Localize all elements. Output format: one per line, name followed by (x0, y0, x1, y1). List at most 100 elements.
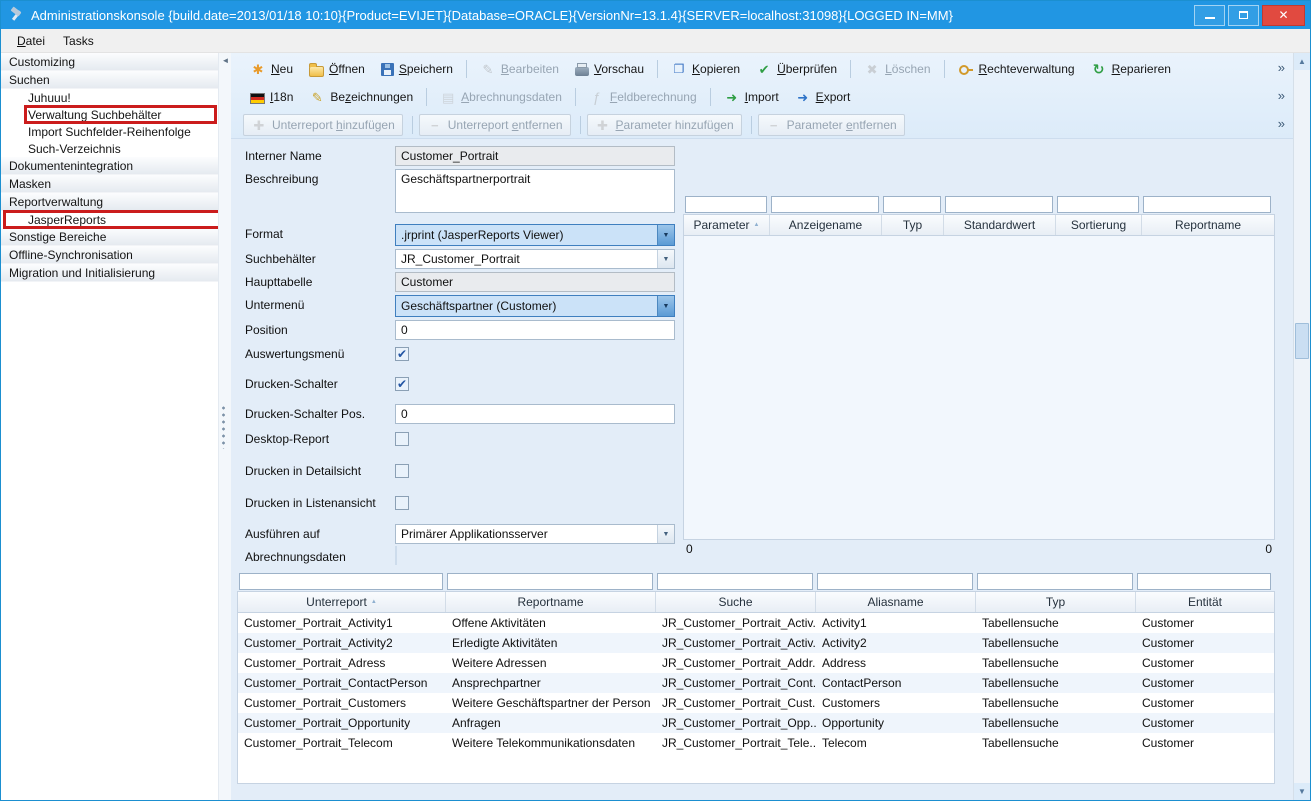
column-filter-input[interactable] (883, 196, 941, 213)
ueberpruefen-button[interactable]: Überprüfen (749, 59, 844, 79)
untermenue-combo[interactable]: Geschäftspartner (Customer) (395, 295, 675, 317)
sidebar-item-dokumentenintegration[interactable]: Dokumentenintegration (1, 157, 218, 175)
column-filter-input[interactable] (1137, 573, 1271, 590)
chevron-down-icon[interactable] (657, 525, 674, 543)
column-filter-input[interactable] (1143, 196, 1271, 213)
collapse-sidebar-icon[interactable] (219, 56, 232, 65)
column-header[interactable]: Typ (976, 592, 1136, 612)
table-row[interactable]: Customer_Portrait_Adress Weitere Adresse… (238, 653, 1274, 673)
column-filter-input[interactable] (817, 573, 973, 590)
sidebar-splitter[interactable] (218, 53, 231, 800)
menu-tasks[interactable]: Tasks (54, 30, 103, 52)
drucken-in-listenansicht-checkbox[interactable] (395, 496, 409, 510)
column-header[interactable]: Entität (1136, 592, 1274, 612)
column-filter-input[interactable] (1057, 196, 1139, 213)
maximize-button[interactable] (1228, 5, 1259, 26)
sidebar-item-such-verzeichnis[interactable]: Such-Verzeichnis (1, 140, 218, 157)
table-row[interactable]: Customer_Portrait_Telecom Weitere Teleko… (238, 733, 1274, 753)
table-row[interactable]: Customer_Portrait_ContactPerson Ansprech… (238, 673, 1274, 693)
column-filter-input[interactable] (447, 573, 653, 590)
vorschau-button[interactable]: Vorschau (568, 60, 651, 78)
column-filter-input[interactable] (771, 196, 879, 213)
toolbar-separator (412, 116, 413, 134)
column-header-label: Reportname (1175, 218, 1241, 232)
scroll-up-icon[interactable] (1294, 53, 1310, 70)
table-row[interactable]: Customer_Portrait_Opportunity Anfragen J… (238, 713, 1274, 733)
position-field[interactable] (395, 320, 675, 340)
haupttabelle-field[interactable] (395, 272, 675, 292)
column-header[interactable]: Anzeigename (770, 215, 882, 235)
neu-button[interactable]: Neu (243, 59, 300, 79)
titlebar: Administrationskonsole {build.date=2013/… (1, 1, 1310, 29)
scrollbar-thumb[interactable] (1295, 323, 1309, 359)
sidebar-item-verwaltung-suchbehaelter[interactable]: Verwaltung Suchbehälter (1, 106, 218, 123)
vertical-scrollbar[interactable] (1293, 53, 1310, 800)
oeffnen-button[interactable]: Öffnen (302, 60, 372, 79)
minimize-button[interactable] (1194, 5, 1225, 26)
auswertungsmenue-checkbox[interactable] (395, 347, 409, 361)
menu-datei[interactable]: Datei (8, 30, 54, 52)
toolbar-button-icon (864, 61, 880, 77)
drucken-schalter-pos-field[interactable] (395, 404, 675, 424)
export-button[interactable]: Export (788, 87, 858, 107)
sidebar-item-masken[interactable]: Masken (1, 175, 218, 193)
sidebar-item-label: Dokumentenintegration (9, 159, 133, 173)
desktop-report-checkbox[interactable] (395, 432, 409, 446)
column-header[interactable]: Aliasname (816, 592, 976, 612)
toolbar-overflow-button[interactable]: » (1278, 116, 1285, 131)
format-label: Format (245, 224, 395, 244)
close-button[interactable] (1262, 5, 1305, 26)
column-header[interactable]: Reportname (1142, 215, 1274, 235)
sidebar-item-import-suchfelder-reihenfolge[interactable]: Import Suchfelder-Reihenfolge (1, 123, 218, 140)
sidebar-item-reportverwaltung[interactable]: Reportverwaltung (1, 193, 218, 211)
suchbehaelter-combo-value: JR_Customer_Portrait (396, 252, 657, 266)
suchbehaelter-combo[interactable]: JR_Customer_Portrait (395, 249, 675, 269)
column-filter-input[interactable] (657, 573, 813, 590)
scroll-down-icon[interactable] (1294, 783, 1310, 800)
sidebar-item-label: Juhuuu! (28, 91, 71, 105)
interner-name-field[interactable] (395, 146, 675, 166)
cell-aliasname: Opportunity (816, 713, 976, 733)
reparieren-button[interactable]: Reparieren (1084, 59, 1178, 79)
i18n-button[interactable]: I18n (243, 88, 300, 106)
sidebar-item-suchen[interactable]: Suchen (1, 71, 218, 89)
toolbar-overflow-button[interactable]: » (1278, 60, 1285, 75)
sidebar-item-sonstige-bereiche[interactable]: Sonstige Bereiche (1, 228, 218, 246)
column-header[interactable]: Parameter (684, 215, 770, 235)
sidebar-item-offline-synchronisation[interactable]: Offline-Synchronisation (1, 246, 218, 264)
column-filter-input[interactable] (239, 573, 443, 590)
speichern-button[interactable]: Speichern (374, 60, 460, 78)
sidebar-item-jasperreports[interactable]: JasperReports (1, 211, 218, 228)
column-header[interactable]: Suche (656, 592, 816, 612)
table-row[interactable]: Customer_Portrait_Activity2 Erledigte Ak… (238, 633, 1274, 653)
column-header[interactable]: Unterreport (238, 592, 446, 612)
rechteverwaltung-button[interactable]: Rechteverwaltung (951, 59, 1082, 79)
chevron-down-icon[interactable] (657, 250, 674, 268)
cell-typ: Tabellensuche (976, 653, 1136, 673)
toolbar-overflow-button[interactable]: » (1278, 88, 1285, 103)
kopieren-button[interactable]: Kopieren (664, 59, 747, 79)
column-filter-input[interactable] (945, 196, 1053, 213)
column-filter-input[interactable] (977, 573, 1133, 590)
drucken-schalter-checkbox[interactable] (395, 377, 409, 391)
column-filter-input[interactable] (685, 196, 767, 213)
column-header[interactable]: Sortierung (1056, 215, 1142, 235)
toolbar-separator (580, 116, 581, 134)
table-row[interactable]: Customer_Portrait_Customers Weitere Gesc… (238, 693, 1274, 713)
chevron-down-icon[interactable] (657, 225, 674, 245)
beschreibung-textarea[interactable]: Geschäftspartnerportrait (395, 169, 675, 213)
chevron-down-icon[interactable] (657, 296, 674, 316)
column-header[interactable]: Standardwert (944, 215, 1056, 235)
sidebar-item-juhuuu[interactable]: Juhuuu! (1, 89, 218, 106)
sidebar-item-customizing[interactable]: Customizing (1, 53, 218, 71)
import-button[interactable]: Import (717, 87, 786, 107)
table-row[interactable]: Customer_Portrait_Activity1 Offene Aktiv… (238, 613, 1274, 633)
sidebar-item-migration-und-initialisierung[interactable]: Migration und Initialisierung (1, 264, 218, 282)
ausfuehren-auf-combo[interactable]: Primärer Applikationsserver (395, 524, 675, 544)
column-header[interactable]: Typ (882, 215, 944, 235)
bezeichnungen-button[interactable]: Bezeichnungen (302, 87, 420, 107)
abrechnungsdaten-area[interactable] (395, 546, 397, 565)
drucken-in-detailsicht-checkbox[interactable] (395, 464, 409, 478)
format-combo[interactable]: .jrprint (JasperReports Viewer) (395, 224, 675, 246)
column-header[interactable]: Reportname (446, 592, 656, 612)
